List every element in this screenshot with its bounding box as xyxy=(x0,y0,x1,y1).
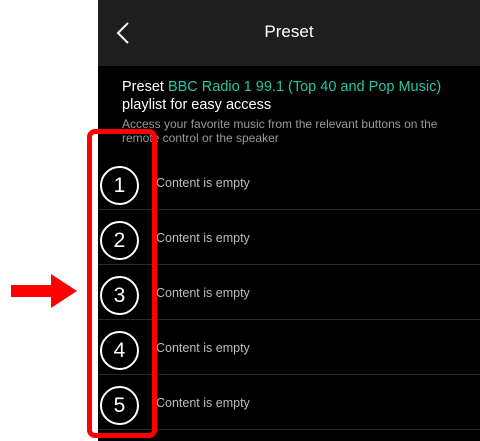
preset-number-badge: 2 xyxy=(100,221,139,260)
preset-label: Content is empty xyxy=(156,396,250,410)
intro-heading: Preset BBC Radio 1 99.1 (Top 40 and Pop … xyxy=(122,78,474,96)
preset-row[interactable]: 5 Content is empty xyxy=(98,375,480,430)
preset-list: 1 Content is empty 2 Content is empty 3 … xyxy=(98,155,480,430)
intro-section: Preset BBC Radio 1 99.1 (Top 40 and Pop … xyxy=(122,78,474,145)
intro-prefix: Preset xyxy=(122,79,168,95)
preset-row[interactable]: 4 Content is empty xyxy=(98,320,480,375)
preset-number-badge: 5 xyxy=(100,386,139,425)
preset-number-badge: 3 xyxy=(100,276,139,315)
intro-description: Access your favorite music from the rele… xyxy=(122,117,438,145)
preset-label: Content is empty xyxy=(156,231,250,245)
page-title: Preset xyxy=(264,22,314,41)
top-bar: Preset xyxy=(98,0,480,66)
app-screen: Preset Preset BBC Radio 1 99.1 (Top 40 a… xyxy=(98,0,480,441)
preset-label: Content is empty xyxy=(156,176,250,190)
preset-number-badge: 4 xyxy=(100,331,139,370)
preset-label: Content is empty xyxy=(156,341,250,355)
preset-row[interactable]: 3 Content is empty xyxy=(98,265,480,320)
preset-row[interactable]: 2 Content is empty xyxy=(98,210,480,265)
preset-label: Content is empty xyxy=(156,286,250,300)
screenshot-canvas: Preset Preset BBC Radio 1 99.1 (Top 40 a… xyxy=(0,0,480,441)
preset-number-badge: 1 xyxy=(100,166,139,205)
preset-row[interactable]: 1 Content is empty xyxy=(98,155,480,210)
intro-subheading: playlist for easy access xyxy=(122,97,272,113)
red-arrow-right-icon xyxy=(11,274,77,308)
station-name: BBC Radio 1 99.1 (Top 40 and Pop Music) xyxy=(167,79,442,95)
